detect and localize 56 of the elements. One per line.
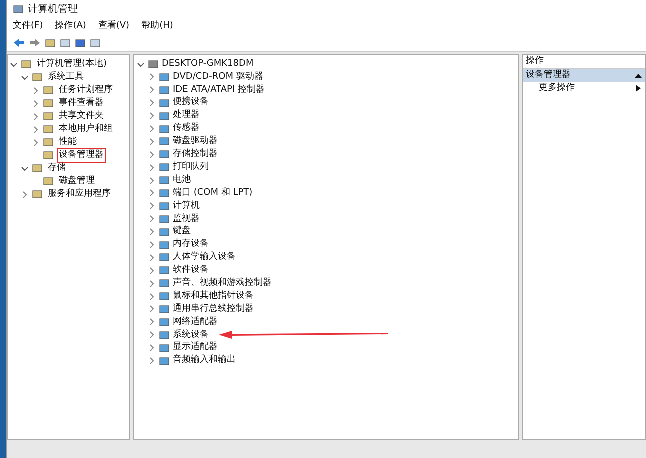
device-category[interactable]: 打印队列 (173, 160, 209, 174)
device-category[interactable]: 内存设备 (173, 238, 209, 252)
tree-item[interactable]: 存储 (46, 162, 68, 176)
tree-item[interactable]: 磁盘管理 (57, 174, 97, 188)
computer-name[interactable]: DESKTOP-GMK18DM (162, 58, 254, 72)
device-category[interactable]: 系统设备 (173, 328, 209, 342)
chevron-right-icon[interactable] (32, 100, 40, 108)
chevron-right-icon[interactable] (32, 112, 40, 120)
window-title: 计算机管理 (28, 2, 78, 16)
tree-item[interactable]: 服务和应用程序 (46, 188, 113, 202)
tree-item[interactable]: 设备管理器 (57, 148, 106, 164)
device-category[interactable]: 通用串行总线控制器 (173, 302, 254, 316)
collapse-icon[interactable] (635, 72, 642, 78)
device-category[interactable]: DVD/CD-ROM 驱动器 (173, 70, 264, 84)
tree-item[interactable]: 系统工具 (46, 70, 86, 84)
device-category[interactable]: 电池 (173, 174, 191, 188)
action-item[interactable]: 更多操作 (539, 82, 575, 96)
submenu-arrow-icon (636, 85, 641, 92)
device-category[interactable]: 传感器 (173, 122, 200, 136)
chevron-down-icon[interactable] (10, 60, 18, 68)
device-category[interactable]: 处理器 (173, 109, 200, 123)
menu-item[interactable]: 帮助(H) (142, 20, 174, 34)
menu-item[interactable]: 操作(A) (55, 20, 86, 34)
device-category[interactable]: 监视器 (173, 212, 200, 226)
device-category[interactable]: 存储控制器 (173, 148, 218, 162)
device-category[interactable]: 软件设备 (173, 264, 209, 278)
tree-item[interactable]: 计算机管理(本地) (35, 58, 110, 72)
device-category[interactable]: 显示适配器 (173, 341, 218, 355)
tree-item[interactable]: 性能 (57, 136, 79, 150)
device-category[interactable]: 键盘 (173, 225, 191, 239)
device-category[interactable]: 声音、视频和游戏控制器 (173, 276, 272, 290)
forward-icon[interactable] (29, 38, 41, 48)
device-category[interactable]: 计算机 (173, 200, 200, 214)
tree-item[interactable]: 共享文件夹 (57, 110, 106, 124)
device-category[interactable]: IDE ATA/ATAPI 控制器 (173, 84, 265, 98)
device-category[interactable]: 鼠标和其他指针设备 (173, 290, 254, 304)
device-category[interactable]: 音频输入和输出 (173, 354, 236, 368)
device-category[interactable]: 便携设备 (173, 96, 209, 110)
device-category[interactable]: 网络适配器 (173, 316, 218, 330)
device-category[interactable]: 磁盘驱动器 (173, 135, 218, 149)
section-title: 设备管理器 (526, 68, 571, 82)
tree-item[interactable]: 任务计划程序 (57, 84, 115, 98)
back-icon[interactable] (13, 38, 25, 48)
device-category[interactable]: 人体学输入设备 (173, 251, 236, 265)
tree-item[interactable]: 事件查看器 (57, 96, 106, 110)
device-category[interactable]: 端口 (COM 和 LPT) (173, 186, 253, 200)
chevron-right-icon[interactable] (32, 126, 40, 134)
chevron-down-icon[interactable] (21, 164, 29, 172)
chevron-down-icon[interactable] (137, 60, 145, 68)
chevron-right-icon[interactable] (21, 190, 29, 198)
chevron-down-icon[interactable] (21, 74, 29, 82)
menu-item[interactable]: 文件(F) (13, 20, 44, 34)
chevron-right-icon[interactable] (32, 138, 40, 146)
tree-item[interactable]: 本地用户和组 (57, 122, 115, 136)
menu-item[interactable]: 查看(V) (98, 20, 130, 34)
chevron-right-icon[interactable] (32, 86, 40, 94)
